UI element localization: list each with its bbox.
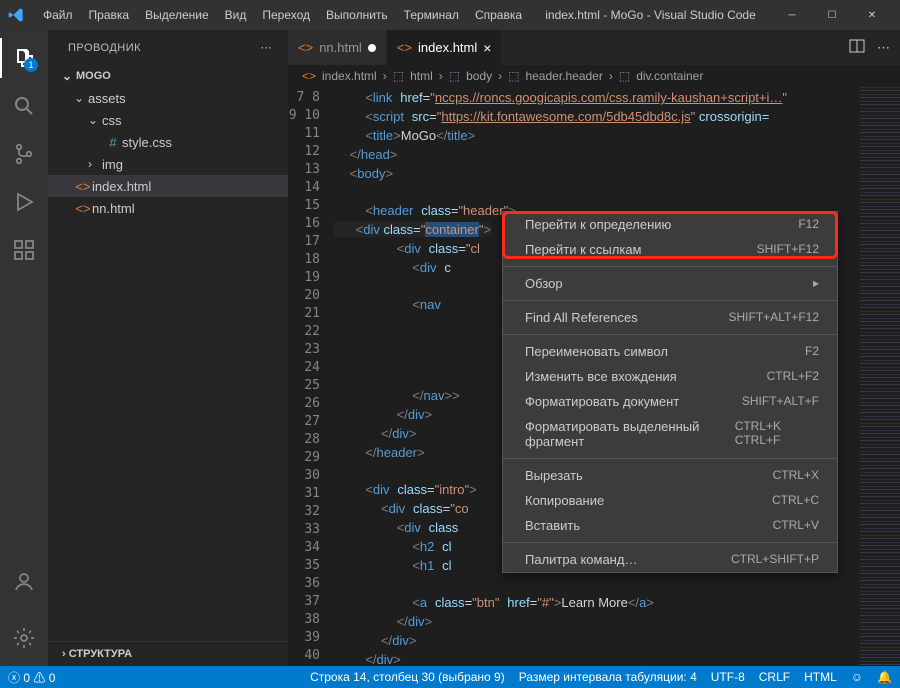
window-minimize-button[interactable]: ─ bbox=[772, 1, 812, 29]
tree-file-index[interactable]: <>index.html bbox=[48, 175, 288, 197]
context-menu-separator bbox=[503, 542, 837, 543]
activity-scm-icon[interactable] bbox=[0, 134, 48, 174]
tree-folder-img[interactable]: ›img bbox=[48, 153, 288, 175]
html-file-icon: <> bbox=[302, 69, 316, 83]
context-menu-item[interactable]: Изменить все вхожденияCTRL+F2 bbox=[503, 364, 837, 389]
sidebar-outline-header[interactable]: › СТРУКТУРА bbox=[48, 641, 288, 666]
editor-tabs: <> nn.html <> index.html × ⋯ bbox=[288, 30, 900, 65]
symbol-icon: ⬚ bbox=[449, 69, 460, 83]
context-menu-item[interactable]: Палитра команд…CTRL+SHIFT+P bbox=[503, 547, 837, 572]
sidebar-more-icon[interactable]: ⋯ bbox=[261, 41, 273, 54]
context-menu-item[interactable]: Переименовать символF2 bbox=[503, 339, 837, 364]
window-close-button[interactable]: ✕ bbox=[852, 1, 892, 29]
vscode-logo-icon bbox=[8, 7, 24, 23]
context-menu-item[interactable]: Форматировать документSHIFT+ALT+F bbox=[503, 389, 837, 414]
status-problems[interactable]: ⓧ 0 ⚠ 0 bbox=[8, 669, 55, 686]
context-menu-separator bbox=[503, 458, 837, 459]
tree-folder-assets[interactable]: ⌄assets bbox=[48, 87, 288, 109]
menu-run[interactable]: Выполнить bbox=[319, 4, 395, 26]
html-file-icon: <> bbox=[74, 201, 92, 216]
context-menu-item[interactable]: Перейти к ссылкамSHIFT+F12 bbox=[503, 237, 837, 262]
tab-close-icon[interactable]: × bbox=[483, 40, 491, 56]
line-gutter: 7 8 9 10 11 12 13 14 15 16 17 18 19 20 2… bbox=[288, 87, 334, 666]
menu-selection[interactable]: Выделение bbox=[138, 4, 216, 26]
html-file-icon: <> bbox=[74, 179, 92, 194]
title-bar: Файл Правка Выделение Вид Переход Выполн… bbox=[0, 0, 900, 30]
activity-search-icon[interactable] bbox=[0, 86, 48, 126]
html-file-icon: <> bbox=[298, 40, 313, 55]
html-file-icon: <> bbox=[397, 40, 412, 55]
main-menu: Файл Правка Выделение Вид Переход Выполн… bbox=[36, 4, 529, 26]
symbol-icon: ⬚ bbox=[619, 69, 630, 83]
activity-settings-icon[interactable] bbox=[0, 618, 48, 658]
minimap[interactable] bbox=[860, 87, 900, 666]
menu-go[interactable]: Переход bbox=[255, 4, 317, 26]
context-menu-item[interactable]: Форматировать выделенный фрагментCTRL+K … bbox=[503, 414, 837, 454]
split-editor-icon[interactable] bbox=[849, 38, 865, 57]
activity-debug-icon[interactable] bbox=[0, 182, 48, 222]
activity-accounts-icon[interactable] bbox=[0, 562, 48, 602]
status-feedback-icon[interactable]: ☺ bbox=[851, 670, 863, 684]
status-bar: ⓧ 0 ⚠ 0 Строка 14, столбец 30 (выбрано 9… bbox=[0, 666, 900, 688]
explorer-badge: 1 bbox=[24, 58, 38, 72]
tree-folder-css[interactable]: ⌄css bbox=[48, 109, 288, 131]
context-menu-separator bbox=[503, 266, 837, 267]
css-file-icon: # bbox=[104, 135, 122, 150]
status-cursor-position[interactable]: Строка 14, столбец 30 (выбрано 9) bbox=[310, 670, 505, 684]
menu-edit[interactable]: Правка bbox=[82, 4, 137, 26]
context-menu-item[interactable]: Find All ReferencesSHIFT+ALT+F12 bbox=[503, 305, 837, 330]
editor-more-icon[interactable]: ⋯ bbox=[877, 40, 890, 56]
context-menu-item[interactable]: Перейти к определениюF12 bbox=[503, 212, 837, 237]
status-encoding[interactable]: UTF-8 bbox=[711, 670, 745, 684]
symbol-icon: ⬚ bbox=[393, 69, 404, 83]
menu-terminal[interactable]: Терминал bbox=[397, 4, 466, 26]
context-menu-separator bbox=[503, 300, 837, 301]
activity-bar: 1 bbox=[0, 30, 48, 666]
tab-index-html[interactable]: <> index.html × bbox=[387, 30, 503, 65]
window-maximize-button[interactable]: ☐ bbox=[812, 1, 852, 29]
tab-dirty-dot-icon bbox=[368, 44, 376, 52]
status-eol[interactable]: CRLF bbox=[759, 670, 790, 684]
symbol-icon: ⬚ bbox=[508, 69, 519, 83]
status-notifications-icon[interactable]: 🔔 bbox=[877, 670, 892, 684]
status-indentation[interactable]: Размер интервала табуляции: 4 bbox=[519, 670, 697, 684]
sidebar-explorer: ПРОВОДНИК ⋯ ⌄MOGO ⌄assets ⌄css #style.cs… bbox=[48, 30, 288, 666]
tree-root[interactable]: ⌄MOGO bbox=[48, 65, 288, 87]
activity-extensions-icon[interactable] bbox=[0, 230, 48, 270]
tree-file-nn[interactable]: <>nn.html bbox=[48, 197, 288, 219]
context-menu-item[interactable]: КопированиеCTRL+C bbox=[503, 488, 837, 513]
tab-nn-html[interactable]: <> nn.html bbox=[288, 30, 387, 65]
tree-file-stylecss[interactable]: #style.css bbox=[48, 131, 288, 153]
menu-file[interactable]: Файл bbox=[36, 4, 80, 26]
context-menu-item[interactable]: Обзор▸ bbox=[503, 271, 837, 296]
context-menu-item[interactable]: ВставитьCTRL+V bbox=[503, 513, 837, 538]
menu-view[interactable]: Вид bbox=[218, 4, 254, 26]
context-menu-separator bbox=[503, 334, 837, 335]
window-title: index.html - MoGo - Visual Studio Code bbox=[529, 8, 772, 22]
breadcrumb-bar[interactable]: <> index.html › ⬚html › ⬚body › ⬚header.… bbox=[288, 65, 900, 87]
sidebar-title: ПРОВОДНИК bbox=[68, 42, 141, 54]
menu-help[interactable]: Справка bbox=[468, 4, 529, 26]
context-menu-item[interactable]: ВырезатьCTRL+X bbox=[503, 463, 837, 488]
activity-explorer-icon[interactable]: 1 bbox=[0, 38, 48, 78]
context-menu: Перейти к определениюF12Перейти к ссылка… bbox=[502, 211, 838, 573]
status-language[interactable]: HTML bbox=[804, 670, 837, 684]
